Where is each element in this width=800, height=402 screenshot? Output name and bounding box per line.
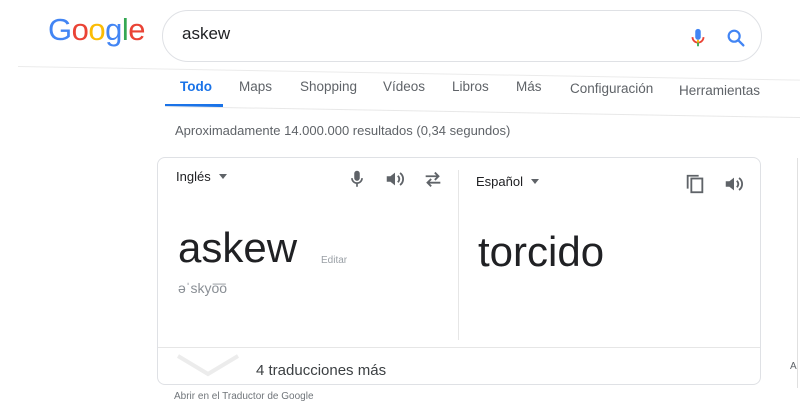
microphone-button[interactable] (346, 168, 368, 190)
source-language-select[interactable]: Inglés (176, 169, 227, 184)
listen-target-button[interactable] (723, 173, 745, 195)
speaker-icon (386, 172, 404, 186)
panel-divider (458, 170, 459, 340)
tab-videos[interactable]: Vídeos (383, 79, 425, 94)
voice-search-button[interactable] (687, 27, 709, 49)
more-translations-link[interactable]: 4 traducciones más (256, 362, 386, 379)
logo-letter: e (128, 12, 146, 47)
logo-letter: G (48, 12, 72, 47)
google-logo[interactable]: Google (48, 12, 146, 48)
expand-button[interactable] (176, 354, 240, 378)
target-language-select[interactable]: Español (476, 174, 539, 189)
logo-letter: g (105, 12, 122, 47)
copy-icon (686, 174, 704, 194)
search-box[interactable]: askew (162, 10, 762, 62)
source-language-label: Inglés (176, 169, 211, 184)
target-language-label: Español (476, 174, 523, 189)
swap-languages-button[interactable] (422, 168, 444, 190)
microphone-icon (351, 170, 363, 187)
speaker-icon (725, 177, 743, 191)
source-text[interactable]: askew (178, 224, 297, 272)
chevron-down-icon (176, 354, 240, 377)
tabs-divider (164, 106, 800, 119)
copy-button[interactable] (684, 173, 706, 195)
search-icon (727, 29, 745, 47)
phonetic-transcription: əˈskyo͞o (178, 280, 228, 296)
results-stats: Aproximadamente 14.000.000 resultados (0… (175, 123, 511, 138)
search-button[interactable] (725, 27, 747, 49)
search-input[interactable]: askew (182, 24, 230, 44)
tab-shopping[interactable]: Shopping (300, 79, 357, 94)
listen-source-button[interactable] (384, 168, 406, 190)
tab-herramientas[interactable]: Herramientas (679, 83, 760, 98)
tab-maps[interactable]: Maps (239, 79, 272, 94)
edit-link[interactable]: Editar (321, 255, 347, 266)
swap-arrows-icon (425, 171, 441, 187)
microphone-icon (691, 28, 705, 47)
chevron-down-icon (530, 179, 539, 184)
tab-todo[interactable]: Todo (180, 79, 212, 94)
logo-letter: o (71, 12, 89, 47)
search-tabs: Todo Maps Shopping Vídeos Libros Más Con… (164, 72, 800, 119)
logo-letter: o (88, 12, 106, 47)
translator-card: Inglés Español askew Editar əˈskyo͞o tor… (157, 157, 761, 385)
tab-configuracion[interactable]: Configuración (570, 81, 653, 96)
tab-libros[interactable]: Libros (452, 79, 489, 94)
right-panel-edge (797, 158, 798, 388)
chevron-down-icon (218, 174, 227, 179)
tab-mas[interactable]: Más (516, 79, 542, 94)
translated-text: torcido (478, 228, 605, 275)
card-divider (158, 347, 760, 348)
open-translator-link[interactable]: Abrir en el Traductor de Google (174, 391, 314, 402)
right-panel-text: A (790, 361, 797, 372)
